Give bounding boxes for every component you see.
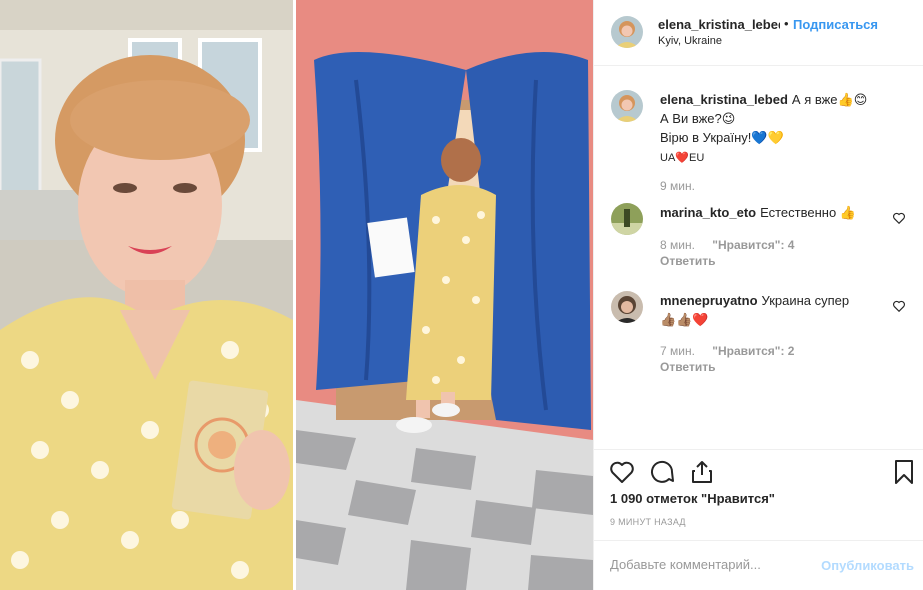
post-timestamp[interactable]: 9 МИНУТ НАЗАД — [610, 517, 686, 527]
comment-time[interactable]: 8 мин. — [660, 238, 695, 252]
reply-button[interactable]: Ответить — [660, 360, 715, 374]
comment-username[interactable]: marina_kto_eto — [660, 205, 756, 220]
avatar[interactable] — [611, 203, 643, 235]
comment-content-emoji: 👍🏽👍🏽❤️ — [660, 312, 709, 327]
post-header: elena_kristina_lebed • Подписаться Kyiv,… — [594, 0, 923, 66]
comment-meta: 8 мин. "Нравится": 4 — [660, 238, 808, 252]
post-author-username[interactable]: elena_kristina_lebed — [658, 17, 780, 32]
avatar[interactable] — [611, 90, 643, 122]
caption-line: А я вже👍😊 — [791, 92, 868, 107]
avatar[interactable] — [611, 16, 643, 48]
avatar[interactable] — [611, 291, 643, 323]
bookmark-icon[interactable] — [890, 458, 918, 486]
comment-text: mnenepruyatno Украина супер 👍🏽👍🏽❤️ — [660, 291, 890, 329]
comment-text: marina_kto_eto Естественно 👍 — [660, 203, 890, 222]
publish-button[interactable]: Опубликовать — [821, 558, 914, 573]
comment-likes[interactable]: "Нравится": 2 — [712, 344, 794, 358]
heart-outline-icon[interactable] — [892, 299, 906, 313]
comment-username[interactable]: elena_kristina_lebed — [660, 92, 788, 107]
reply-button[interactable]: Ответить — [660, 254, 715, 268]
likes-count[interactable]: 1 090 отметок "Нравится" — [610, 491, 775, 506]
caption-line: UA❤️EU — [660, 152, 705, 164]
post-location[interactable]: Kyiv, Ukraine — [658, 35, 722, 47]
comment-content: Украина супер — [761, 293, 850, 308]
comment-content: Естественно 👍 — [760, 205, 856, 220]
comment-time[interactable]: 7 мин. — [660, 344, 695, 358]
add-comment-form: Опубликовать — [594, 540, 923, 590]
comment-time[interactable]: 9 мин. — [660, 179, 695, 193]
comments-list[interactable]: elena_kristina_lebed А я вже👍😊 А Ви вже?😉… — [594, 67, 923, 449]
heart-outline-icon[interactable] — [608, 458, 636, 486]
voting-booth-photo — [296, 0, 593, 590]
comment-text: elena_kristina_lebed А я вже👍😊 А Ви вже?😉… — [660, 90, 890, 168]
comment-meta: 7 мин. "Нравится": 2 — [660, 344, 808, 358]
comment-input[interactable] — [610, 557, 800, 572]
post-details-panel: elena_kristina_lebed • Подписаться Kyiv,… — [593, 0, 923, 590]
selfie-photo — [0, 0, 293, 590]
heart-outline-icon[interactable] — [892, 211, 906, 225]
post-actions: 1 090 отметок "Нравится" 9 МИНУТ НАЗАД — [594, 449, 923, 539]
separator-dot: • — [784, 16, 789, 31]
caption-line: Вірю в Україну!💙💛 — [660, 130, 784, 145]
post-media[interactable] — [0, 0, 593, 590]
comment-meta: 9 мин. — [660, 179, 709, 193]
comment-username[interactable]: mnenepruyatno — [660, 293, 758, 308]
follow-button[interactable]: Подписаться — [793, 17, 878, 32]
share-upload-icon[interactable] — [688, 458, 716, 486]
caption-line: А Ви вже?😉 — [660, 111, 736, 126]
comment-likes[interactable]: "Нравится": 4 — [712, 238, 794, 252]
comment-bubble-icon[interactable] — [648, 458, 676, 486]
